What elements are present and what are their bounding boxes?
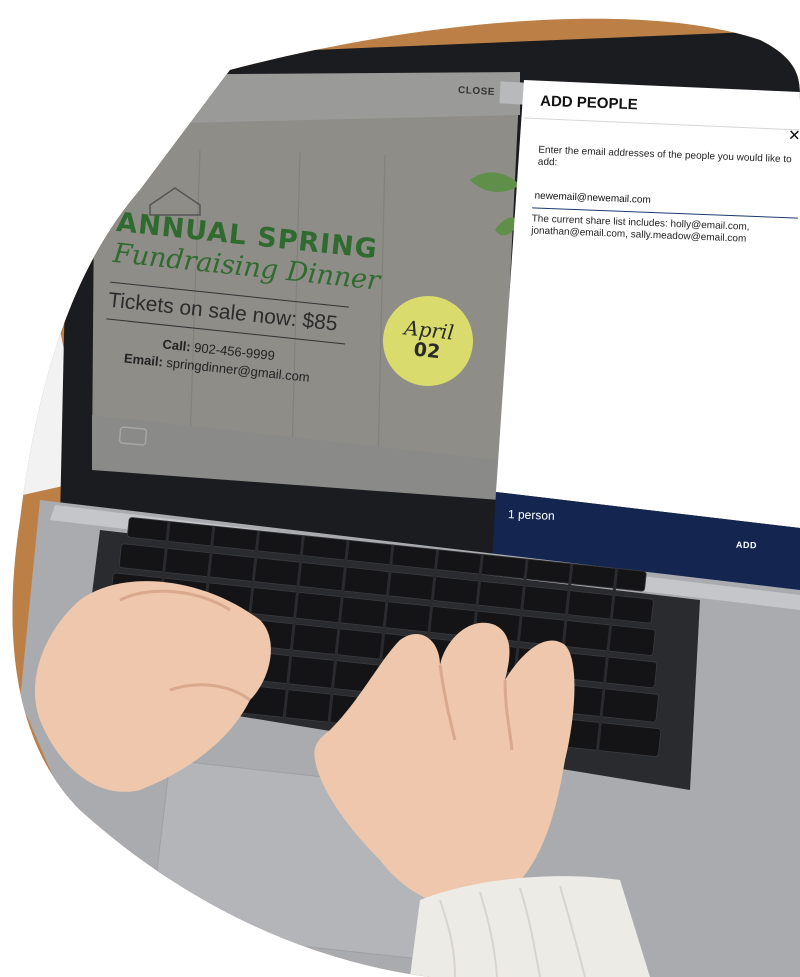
date-month: April <box>403 315 456 345</box>
email-label: Email: <box>123 350 164 370</box>
add-button[interactable]: ADD <box>736 540 757 551</box>
photo-scene: CLOSE ANNUAL SPRING Fundraising Dinner T… <box>0 0 800 977</box>
call-label: Call: <box>161 336 192 355</box>
close-icon[interactable]: ✕ <box>788 126 800 144</box>
flyer: ANNUAL SPRING Fundraising Dinner Tickets… <box>101 207 386 393</box>
photo-backdrop <box>12 18 800 977</box>
date-day: 02 <box>412 338 442 364</box>
people-count: 1 person <box>507 507 555 523</box>
close-button[interactable]: CLOSE <box>458 85 495 98</box>
